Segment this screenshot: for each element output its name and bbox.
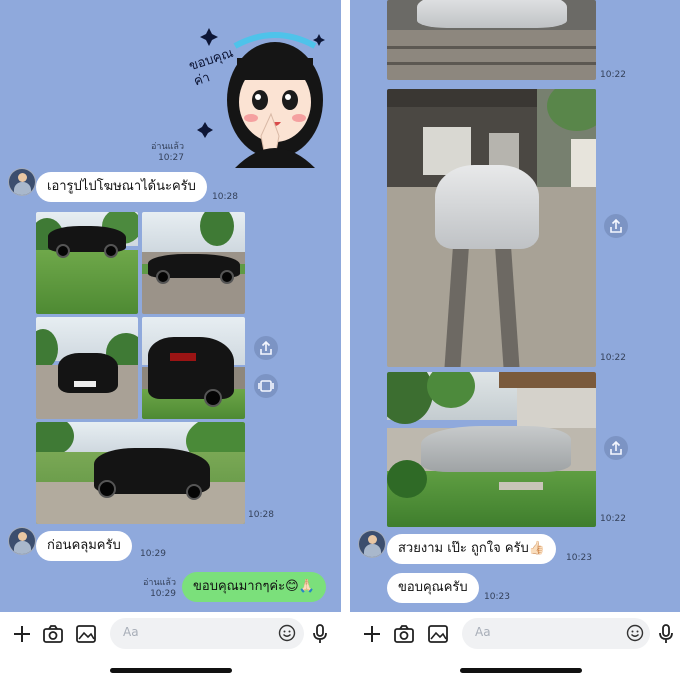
message-time: 10:23 [566, 553, 592, 563]
avatar[interactable] [8, 168, 36, 196]
right-chat-screen: 10:22 10:22 10:22 สวยงาม เป๊ะ ถูกใจ ครับ… [350, 0, 680, 680]
car-photo[interactable] [36, 317, 138, 419]
input-placeholder: Aa [123, 625, 139, 639]
message-bubble[interactable]: ก่อนคลุมครับ [36, 531, 132, 561]
thank-you-sticker[interactable]: ขอบคุณค่า [185, 18, 335, 168]
message-time: 10:29 [140, 549, 166, 559]
input-placeholder: Aa [475, 625, 491, 639]
message-input-bar: Aa [350, 612, 680, 656]
home-indicator [110, 668, 232, 673]
message-time: 10:27 [158, 153, 184, 163]
message-time: 10:28 [248, 510, 274, 520]
home-indicator [460, 668, 582, 673]
message-time: 10:22 [600, 70, 626, 80]
car-photo[interactable] [36, 212, 138, 314]
plus-icon[interactable] [10, 622, 34, 646]
image-icon[interactable] [426, 622, 450, 646]
message-time: 10:23 [484, 592, 510, 602]
gallery-icon[interactable] [254, 374, 278, 398]
share-icon[interactable] [604, 214, 628, 238]
message-input[interactable]: Aa [462, 618, 650, 649]
car-photo[interactable] [387, 372, 596, 527]
message-bubble[interactable]: เอารูปไปโฆษณาได้นะครับ [36, 172, 207, 202]
message-time: 10:22 [600, 514, 626, 524]
left-chat-screen: ขอบคุณค่า อ่านแล้ว 10:27 เอารูปไปโฆษณาได… [0, 0, 341, 680]
car-photo[interactable] [142, 212, 245, 314]
emoji-icon[interactable] [278, 624, 296, 642]
message-time: 10:22 [600, 353, 626, 363]
girl-sticker-image [197, 28, 325, 168]
share-icon[interactable] [604, 436, 628, 460]
avatar[interactable] [8, 527, 36, 555]
microphone-icon[interactable] [308, 622, 332, 646]
plus-icon[interactable] [360, 622, 384, 646]
message-bubble[interactable]: สวยงาม เป๊ะ ถูกใจ ครับ👍🏻 [387, 534, 556, 564]
camera-icon[interactable] [41, 622, 65, 646]
message-time: 10:29 [150, 589, 176, 599]
message-time: 10:28 [212, 192, 238, 202]
chat-area[interactable]: ขอบคุณค่า อ่านแล้ว 10:27 เอารูปไปโฆษณาได… [0, 0, 341, 612]
message-bubble[interactable]: ขอบคุณครับ [387, 573, 479, 603]
read-status: อ่านแล้ว [151, 142, 184, 152]
message-input-bar: Aa [0, 612, 341, 656]
emoji-icon[interactable] [626, 624, 644, 642]
car-photo[interactable] [36, 422, 245, 524]
share-icon[interactable] [254, 336, 278, 360]
read-status: อ่านแล้ว [143, 578, 176, 588]
outgoing-message-bubble[interactable]: ขอบคุณมากๆค่ะ😊🙏🏻 [182, 572, 326, 602]
image-icon[interactable] [74, 622, 98, 646]
car-photo[interactable] [142, 317, 245, 419]
camera-icon[interactable] [392, 622, 416, 646]
car-photo[interactable] [387, 89, 596, 367]
car-photo[interactable] [387, 0, 596, 80]
chat-area[interactable]: 10:22 10:22 10:22 สวยงาม เป๊ะ ถูกใจ ครับ… [350, 0, 680, 612]
avatar[interactable] [358, 530, 386, 558]
microphone-icon[interactable] [654, 622, 678, 646]
message-input[interactable]: Aa [110, 618, 304, 649]
